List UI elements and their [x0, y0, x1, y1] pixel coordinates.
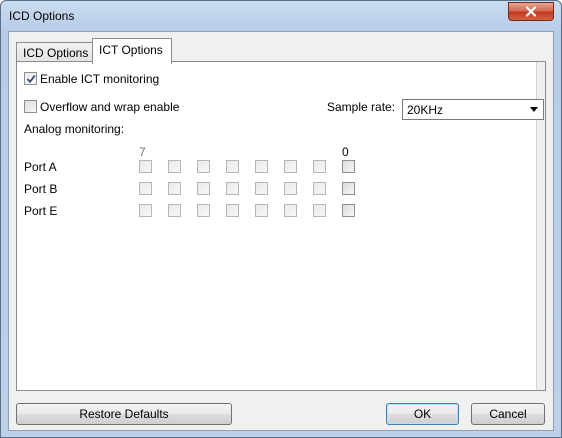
- bit-index-low: 0: [342, 145, 349, 159]
- bit-index-high: 7: [139, 145, 146, 159]
- analog-bit-checkbox[interactable]: [342, 182, 355, 195]
- tab-ict-options[interactable]: ICT Options: [92, 38, 172, 64]
- ok-button[interactable]: OK: [386, 403, 459, 425]
- sample-rate-value: 20KHz: [407, 103, 444, 117]
- analog-bit-checkbox[interactable]: [168, 204, 181, 217]
- close-button[interactable]: [508, 2, 554, 21]
- ok-label: OK: [413, 407, 432, 421]
- analog-bit-checkbox[interactable]: [168, 160, 181, 173]
- check-icon: [26, 74, 36, 84]
- chevron-down-icon: [530, 107, 538, 112]
- analog-bit-checkbox[interactable]: [139, 160, 152, 173]
- cancel-label: Cancel: [489, 407, 527, 421]
- dialog-body: ICD Options ICT Options Enable ICT monit…: [8, 31, 554, 431]
- close-icon: [525, 6, 537, 17]
- tab-label: ICD Options: [23, 46, 89, 60]
- analog-bit-checkbox[interactable]: [168, 182, 181, 195]
- analog-bit-checkbox[interactable]: [313, 204, 326, 217]
- overflow-wrap-checkbox[interactable]: [24, 100, 37, 113]
- port-a-label: Port A: [24, 160, 57, 174]
- cancel-button[interactable]: Cancel: [471, 403, 545, 425]
- analog-bit-checkbox[interactable]: [197, 160, 210, 173]
- tab-label: ICT Options: [99, 43, 163, 57]
- title-bar[interactable]: ICD Options: [1, 1, 561, 31]
- window-title: ICD Options: [9, 9, 75, 23]
- restore-defaults-label: Restore Defaults: [79, 407, 169, 421]
- tab-icd-options[interactable]: ICD Options: [16, 42, 93, 62]
- analog-bit-checkbox[interactable]: [284, 160, 297, 173]
- analog-bit-checkbox[interactable]: [226, 204, 239, 217]
- analog-bit-checkbox[interactable]: [226, 182, 239, 195]
- enable-ict-monitoring-checkbox[interactable]: [24, 72, 37, 85]
- analog-bit-checkbox[interactable]: [284, 204, 297, 217]
- analog-bit-checkbox[interactable]: [284, 182, 297, 195]
- dialog-window: ICD Options ICD Options ICT Options Enab…: [0, 0, 562, 438]
- analog-bit-checkbox[interactable]: [139, 204, 152, 217]
- analog-bit-checkbox[interactable]: [255, 160, 268, 173]
- analog-bit-checkbox[interactable]: [313, 160, 326, 173]
- sample-rate-label: Sample rate:: [327, 100, 396, 114]
- restore-defaults-button[interactable]: Restore Defaults: [16, 403, 232, 425]
- analog-bit-checkbox[interactable]: [226, 160, 239, 173]
- enable-ict-monitoring-label[interactable]: Enable ICT monitoring: [40, 72, 159, 86]
- analog-bit-checkbox[interactable]: [255, 182, 268, 195]
- sample-rate-select[interactable]: 20KHz: [402, 99, 544, 120]
- analog-bit-checkbox[interactable]: [197, 204, 210, 217]
- analog-bit-checkbox[interactable]: [197, 182, 210, 195]
- analog-bit-checkbox[interactable]: [342, 204, 355, 217]
- analog-monitoring-label: Analog monitoring:: [24, 122, 125, 136]
- analog-bit-checkbox[interactable]: [255, 204, 268, 217]
- analog-bit-checkbox[interactable]: [342, 160, 355, 173]
- port-e-label: Port E: [24, 204, 58, 218]
- analog-bit-checkbox[interactable]: [313, 182, 326, 195]
- overflow-wrap-label[interactable]: Overflow and wrap enable: [40, 100, 179, 114]
- ict-options-panel: Enable ICT monitoring Overflow and wrap …: [16, 61, 546, 391]
- analog-bit-checkbox[interactable]: [139, 182, 152, 195]
- port-b-label: Port B: [24, 182, 58, 196]
